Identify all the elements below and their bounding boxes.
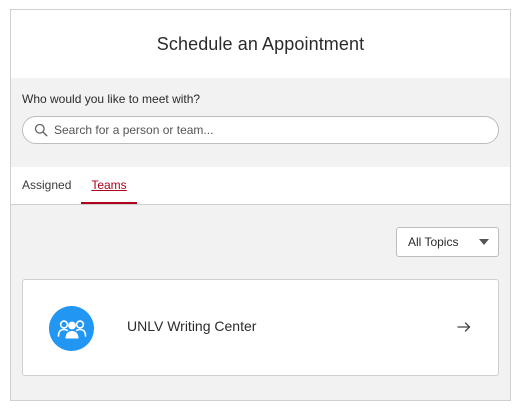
tab-assigned[interactable]: Assigned (22, 167, 71, 204)
dialog-header: Schedule an Appointment (11, 10, 510, 79)
teams-panel: All Topics UNLV Writing Center (11, 205, 510, 400)
search-box[interactable] (22, 116, 499, 144)
team-icon (49, 306, 94, 351)
topics-select-value: All Topics (408, 235, 459, 249)
search-icon (34, 123, 48, 137)
schedule-appointment-dialog: Schedule an Appointment Who would you li… (10, 9, 511, 401)
tab-teams[interactable]: Teams (81, 167, 137, 204)
who-section: Who would you like to meet with? (11, 78, 510, 167)
team-name: UNLV Writing Center (127, 318, 257, 334)
search-input[interactable] (54, 123, 474, 137)
team-card[interactable]: UNLV Writing Center (22, 279, 499, 376)
who-label: Who would you like to meet with? (22, 92, 201, 106)
topics-select[interactable]: All Topics (396, 227, 499, 257)
tab-teams-label: Teams (91, 178, 127, 192)
arrow-right-icon[interactable] (456, 319, 472, 335)
tab-bar: Assigned Teams (11, 167, 510, 205)
chevron-down-icon (479, 239, 489, 245)
dialog-title: Schedule an Appointment (156, 33, 365, 54)
people-icon (57, 319, 86, 338)
